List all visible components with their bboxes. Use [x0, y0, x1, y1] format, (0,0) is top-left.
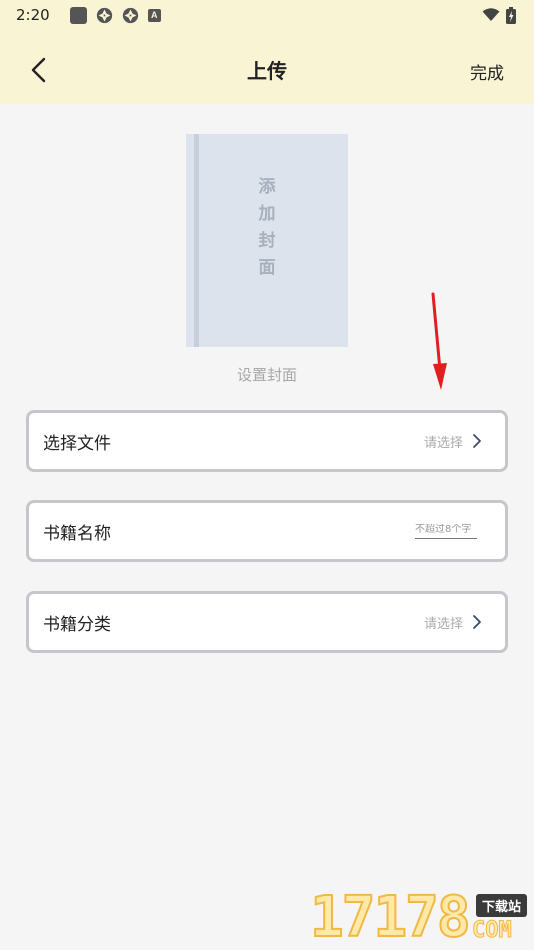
watermark-logo: 17178 下载站 COM	[309, 885, 534, 950]
system-icons	[482, 6, 516, 24]
red-arrow-annotation	[431, 292, 447, 390]
aperture-icon	[96, 7, 112, 23]
book-name-row: 书籍名称	[26, 500, 508, 562]
a-icon: A	[147, 8, 161, 22]
cover-spine	[194, 134, 199, 347]
select-file-right: 请选择	[424, 432, 483, 451]
select-file-row[interactable]: 选择文件 请选择	[26, 410, 508, 472]
book-category-right: 请选择	[424, 613, 483, 632]
watermark-suffix: COM	[472, 918, 513, 944]
cover-placeholder-text: 添加封面	[258, 177, 276, 278]
select-file-label: 选择文件	[43, 433, 111, 454]
done-button[interactable]: 完成	[470, 59, 504, 84]
set-cover-label[interactable]: 设置封面	[0, 364, 534, 385]
book-name-label: 书籍名称	[43, 523, 111, 544]
notification-icons: A	[69, 6, 161, 24]
chevron-right-icon	[473, 615, 481, 629]
wifi-icon	[482, 8, 500, 21]
nav-bar: 上传 完成	[0, 30, 534, 104]
watermark-digits: 17178	[309, 885, 472, 950]
aperture-icon	[122, 7, 138, 23]
select-file-hint: 请选择	[423, 435, 463, 451]
page-title: 上传	[247, 59, 287, 83]
book-name-input[interactable]	[415, 523, 477, 539]
book-category-label: 书籍分类	[43, 614, 111, 635]
watermark-badge: 下载站	[476, 894, 528, 917]
cover-placeholder[interactable]: 添加封面	[186, 134, 348, 347]
book-category-hint: 请选择	[423, 616, 463, 632]
status-time: 2:20	[16, 6, 50, 24]
book-name-right	[415, 523, 483, 539]
book-category-row[interactable]: 书籍分类 请选择	[26, 591, 508, 653]
status-bar: 2:20 A	[0, 0, 534, 30]
battery-icon	[506, 6, 516, 24]
chevron-right-icon	[473, 434, 481, 448]
square-icon	[69, 6, 87, 24]
